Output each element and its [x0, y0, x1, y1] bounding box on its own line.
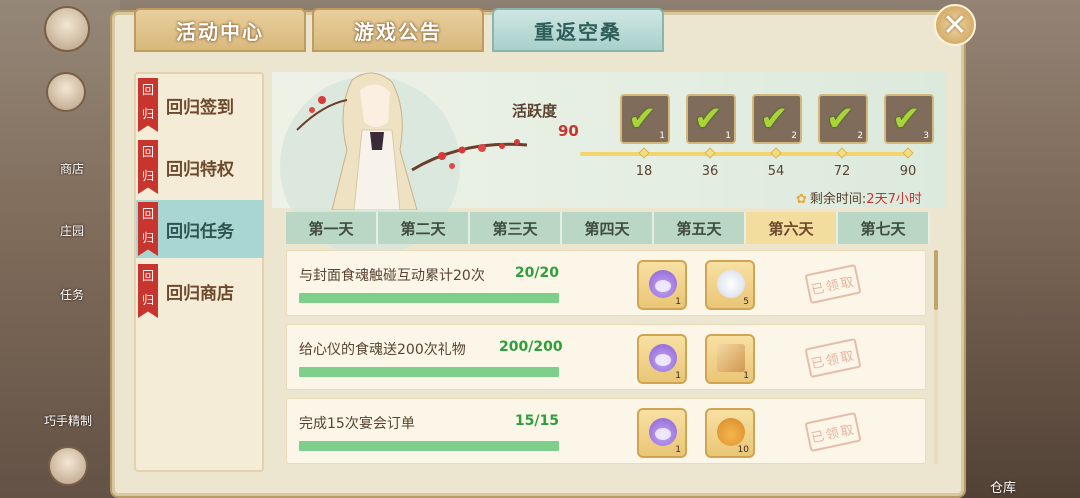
remaining-label: 剩余时间:: [809, 192, 867, 207]
tab-activity-center[interactable]: 活动中心: [134, 8, 306, 52]
tab-day-3[interactable]: 第三天: [470, 212, 562, 244]
character-illustration: [296, 72, 528, 210]
milestone-label: 18: [635, 164, 653, 179]
milestone-label: 54: [767, 164, 785, 179]
reward-qty: 1: [675, 371, 681, 381]
task-count: 20/20: [514, 265, 559, 281]
claimed-stamp: 已领取: [804, 263, 862, 305]
cake-icon: [717, 418, 745, 446]
reward-qty: 2: [857, 131, 863, 141]
tab-day-5[interactable]: 第五天: [654, 212, 746, 244]
nav-return-privilege[interactable]: 回归 回归特权: [136, 138, 264, 196]
activity-label: 活跃度: [512, 102, 558, 120]
manor-label[interactable]: 庄园: [60, 222, 84, 239]
claimed-stamp: 已领取: [804, 337, 862, 379]
nav-label: 回归特权: [166, 159, 234, 180]
task-progress-bar: [299, 293, 559, 303]
task-description: 完成15次宴会订单: [299, 416, 415, 432]
reward-item[interactable]: 1: [637, 260, 687, 310]
activity-value: 90: [558, 122, 579, 140]
reward-qty: 2: [791, 131, 797, 141]
left-nav: 回归 回归签到 回归 回归特权 回归 回归任务 回归 回归商店: [134, 72, 264, 472]
remaining-time: ✿ 剩余时间:2天7小时: [796, 188, 922, 207]
checkmark-icon: ✔: [628, 99, 657, 139]
return-flag: 回归: [138, 140, 158, 194]
activity-progress-bar: [580, 152, 910, 156]
nav-label: 回归签到: [166, 97, 234, 118]
close-button[interactable]: ✕: [934, 4, 976, 46]
return-flag: 回归: [138, 202, 158, 256]
nav-return-shop[interactable]: 回归 回归商店: [136, 262, 264, 320]
reward-qty: 1: [743, 371, 749, 381]
paw-icon: [649, 270, 677, 298]
tab-day-6[interactable]: 第六天: [746, 212, 838, 244]
milestone-label: 90: [899, 164, 917, 179]
tab-return-kongsang[interactable]: 重返空桑: [492, 8, 664, 52]
task-scroll-thumb[interactable]: [934, 250, 938, 310]
task-progress-bar: [299, 441, 559, 451]
return-flag: 回归: [138, 264, 158, 318]
checkmark-icon: ✔: [760, 99, 789, 139]
close-icon: ✕: [942, 7, 968, 43]
shop-label[interactable]: 商店: [60, 160, 84, 177]
task-list: 与封面食魂触碰互动累计20次 20/20 1 5 已领取 给心仪的食魂送200次…: [286, 248, 930, 470]
craft-label[interactable]: 巧手精制: [44, 412, 92, 429]
reward-item[interactable]: 1: [637, 408, 687, 458]
milestone-reward-18[interactable]: ✔ 1: [620, 94, 670, 144]
task-description: 与封面食魂触碰互动累计20次: [299, 268, 485, 284]
tab-day-1[interactable]: 第一天: [286, 212, 378, 244]
task-label[interactable]: 任务: [60, 286, 84, 303]
reward-qty: 3: [923, 131, 929, 141]
return-flag: 回归: [138, 78, 158, 132]
milestone-reward-90[interactable]: ✔ 3: [884, 94, 934, 144]
claimed-stamp: 已领取: [804, 411, 862, 453]
task-progress-bar: [299, 367, 559, 377]
task-row: 与封面食魂触碰互动累计20次 20/20 1 5 已领取: [286, 250, 926, 316]
reward-item[interactable]: 1: [637, 334, 687, 384]
nav-return-signin[interactable]: 回归 回归签到: [136, 76, 264, 134]
chat-icon[interactable]: [48, 446, 88, 486]
tab-day-2[interactable]: 第二天: [378, 212, 470, 244]
milestone-label: 36: [701, 164, 719, 179]
checkmark-icon: ✔: [892, 99, 921, 139]
reward-qty: 1: [725, 131, 731, 141]
nav-label: 回归商店: [166, 283, 234, 304]
nav-label: 回归任务: [166, 221, 234, 242]
day-tabs: 第一天 第二天 第三天 第四天 第五天 第六天 第七天: [286, 212, 930, 244]
paw-icon: [649, 418, 677, 446]
reward-item[interactable]: 1: [705, 334, 755, 384]
task-count: 200/200: [499, 339, 563, 355]
nav-return-task[interactable]: 回归 回归任务: [136, 200, 264, 258]
recipe-book-icon: [717, 344, 745, 372]
task-row: 完成15次宴会订单 15/15 1 10 已领取: [286, 398, 926, 464]
reward-item[interactable]: 10: [705, 408, 755, 458]
tab-day-7[interactable]: 第七天: [838, 212, 930, 244]
reward-qty: 10: [737, 445, 749, 455]
tab-game-notice[interactable]: 游戏公告: [312, 8, 484, 52]
eye-icon[interactable]: [46, 72, 86, 112]
reward-qty: 5: [743, 297, 749, 307]
flower-icon: ✿: [796, 192, 807, 207]
reward-qty: 1: [659, 131, 665, 141]
tab-day-4[interactable]: 第四天: [562, 212, 654, 244]
remaining-value: 2天7小时: [866, 192, 922, 207]
reward-qty: 1: [675, 297, 681, 307]
checkmark-icon: ✔: [694, 99, 723, 139]
paw-icon: [649, 344, 677, 372]
task-count: 15/15: [514, 413, 559, 429]
milestone-label: 72: [833, 164, 851, 179]
dish-icon: [717, 270, 745, 298]
bottom-warehouse[interactable]: 仓库: [990, 477, 1016, 496]
task-description: 给心仪的食魂送200次礼物: [299, 342, 466, 358]
reward-qty: 1: [675, 445, 681, 455]
avatar[interactable]: [44, 6, 90, 52]
milestone-reward-36[interactable]: ✔ 1: [686, 94, 736, 144]
checkmark-icon: ✔: [826, 99, 855, 139]
reward-item[interactable]: 5: [705, 260, 755, 310]
milestone-reward-54[interactable]: ✔ 2: [752, 94, 802, 144]
milestone-reward-72[interactable]: ✔ 2: [818, 94, 868, 144]
task-row: 给心仪的食魂送200次礼物 200/200 1 1 已领取: [286, 324, 926, 390]
